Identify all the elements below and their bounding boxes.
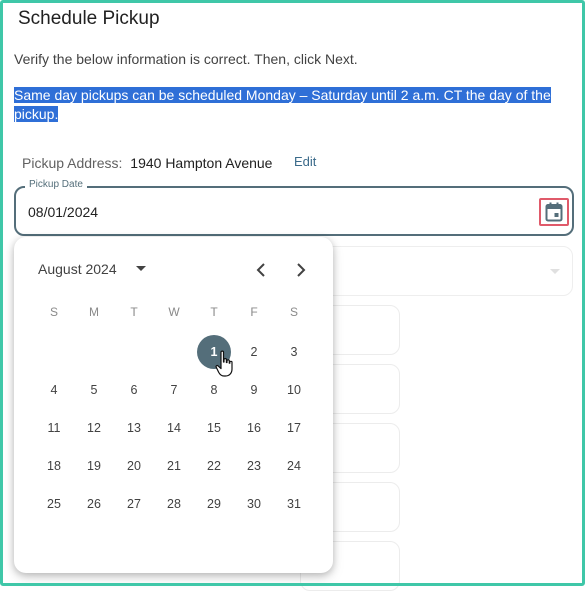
pickup-date-value[interactable]: 08/01/2024 bbox=[28, 204, 98, 220]
open-calendar-button[interactable] bbox=[539, 198, 569, 226]
instructions-text: Verify the below information is correct.… bbox=[14, 51, 358, 67]
calendar-day[interactable]: 31 bbox=[277, 487, 311, 521]
calendar-day[interactable]: 29 bbox=[197, 487, 231, 521]
calendar-day[interactable]: 30 bbox=[237, 487, 271, 521]
weekday-label: W bbox=[168, 305, 180, 319]
calendar-icon bbox=[545, 202, 563, 222]
calendar-day[interactable]: 7 bbox=[157, 373, 191, 407]
calendar-day[interactable]: 23 bbox=[237, 449, 271, 483]
calendar-day[interactable]: 8 bbox=[197, 373, 231, 407]
pickup-address-label: Pickup Address: bbox=[22, 155, 123, 171]
calendar-day[interactable]: 10 bbox=[277, 373, 311, 407]
calendar-day[interactable]: 9 bbox=[237, 373, 271, 407]
calendar-day[interactable]: 21 bbox=[157, 449, 191, 483]
edit-address-link[interactable]: Edit bbox=[294, 154, 316, 169]
calendar-day[interactable]: 5 bbox=[77, 373, 111, 407]
calendar-day[interactable]: 2 bbox=[237, 335, 271, 369]
calendar-day[interactable]: 3 bbox=[277, 335, 311, 369]
next-month-icon[interactable] bbox=[290, 259, 312, 281]
calendar-day[interactable]: 25 bbox=[37, 487, 71, 521]
pickup-date-label: Pickup Date bbox=[25, 179, 87, 190]
calendar-day[interactable]: 11 bbox=[37, 411, 71, 445]
calendar-month-label[interactable]: August 2024 bbox=[38, 261, 117, 277]
weekday-label: S bbox=[49, 305, 58, 319]
calendar-day[interactable]: 20 bbox=[117, 449, 151, 483]
pickup-notice-text: Same day pickups can be scheduled Monday… bbox=[14, 87, 551, 122]
calendar-day[interactable]: 18 bbox=[37, 449, 71, 483]
calendar-day[interactable]: 17 bbox=[277, 411, 311, 445]
calendar-day[interactable]: 14 bbox=[157, 411, 191, 445]
pickup-notice: Same day pickups can be scheduled Monday… bbox=[14, 86, 574, 124]
month-select-caret-icon[interactable] bbox=[136, 266, 146, 271]
calendar-day[interactable]: 4 bbox=[37, 373, 71, 407]
page-title: Schedule Pickup bbox=[18, 8, 160, 29]
date-picker-popup: August 2024 SMTWTFS 1 2 3 4 5 6 7 8 9 10 11 12 13 14 1… bbox=[14, 237, 333, 573]
weekday-label: M bbox=[89, 305, 99, 319]
calendar-day[interactable]: 13 bbox=[117, 411, 151, 445]
calendar-day[interactable]: 6 bbox=[117, 373, 151, 407]
pickup-address-row: Pickup Address: 1940 Hampton Avenue bbox=[22, 155, 272, 171]
weekday-label: F bbox=[250, 305, 258, 319]
weekday-label: T bbox=[130, 305, 138, 319]
calendar-day[interactable]: 27 bbox=[117, 487, 151, 521]
calendar-day[interactable]: 15 bbox=[197, 411, 231, 445]
weekday-label: S bbox=[289, 305, 298, 319]
dropdown-arrow-icon bbox=[550, 269, 560, 274]
calendar-day[interactable]: 12 bbox=[77, 411, 111, 445]
calendar-day[interactable]: 19 bbox=[77, 449, 111, 483]
calendar-day[interactable]: 16 bbox=[237, 411, 271, 445]
pickup-address-value: 1940 Hampton Avenue bbox=[130, 155, 273, 171]
pickup-date-field[interactable]: Pickup Date 08/01/2024 bbox=[14, 179, 574, 236]
calendar-day-selected[interactable]: 1 bbox=[197, 335, 231, 369]
calendar-day[interactable]: 26 bbox=[77, 487, 111, 521]
calendar-day[interactable]: 28 bbox=[157, 487, 191, 521]
previous-month-icon[interactable] bbox=[250, 259, 272, 281]
calendar-day[interactable]: 24 bbox=[277, 449, 311, 483]
calendar-day[interactable]: 22 bbox=[197, 449, 231, 483]
weekday-label: T bbox=[210, 305, 218, 319]
